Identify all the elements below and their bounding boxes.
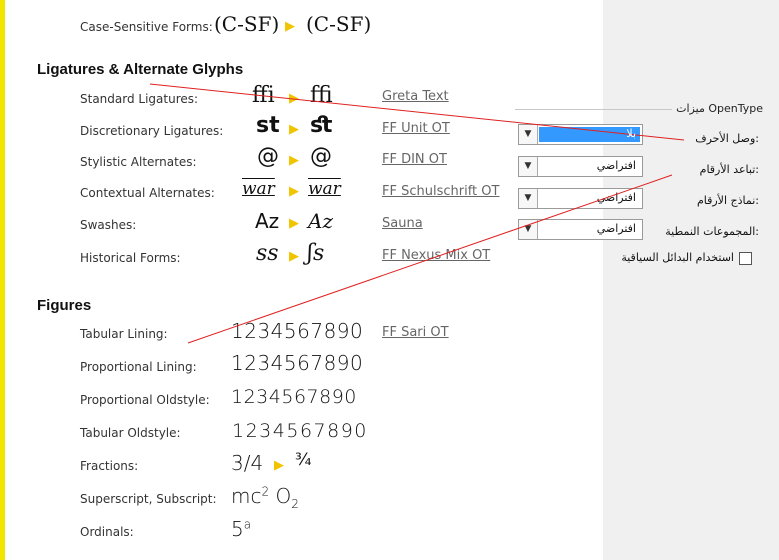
- annotation-lines: [149, 83, 685, 344]
- annotation-line-figures: [187, 174, 673, 344]
- ligatures-dropdown-value: بلا: [626, 127, 636, 140]
- annotation-line-ligatures: [149, 83, 685, 141]
